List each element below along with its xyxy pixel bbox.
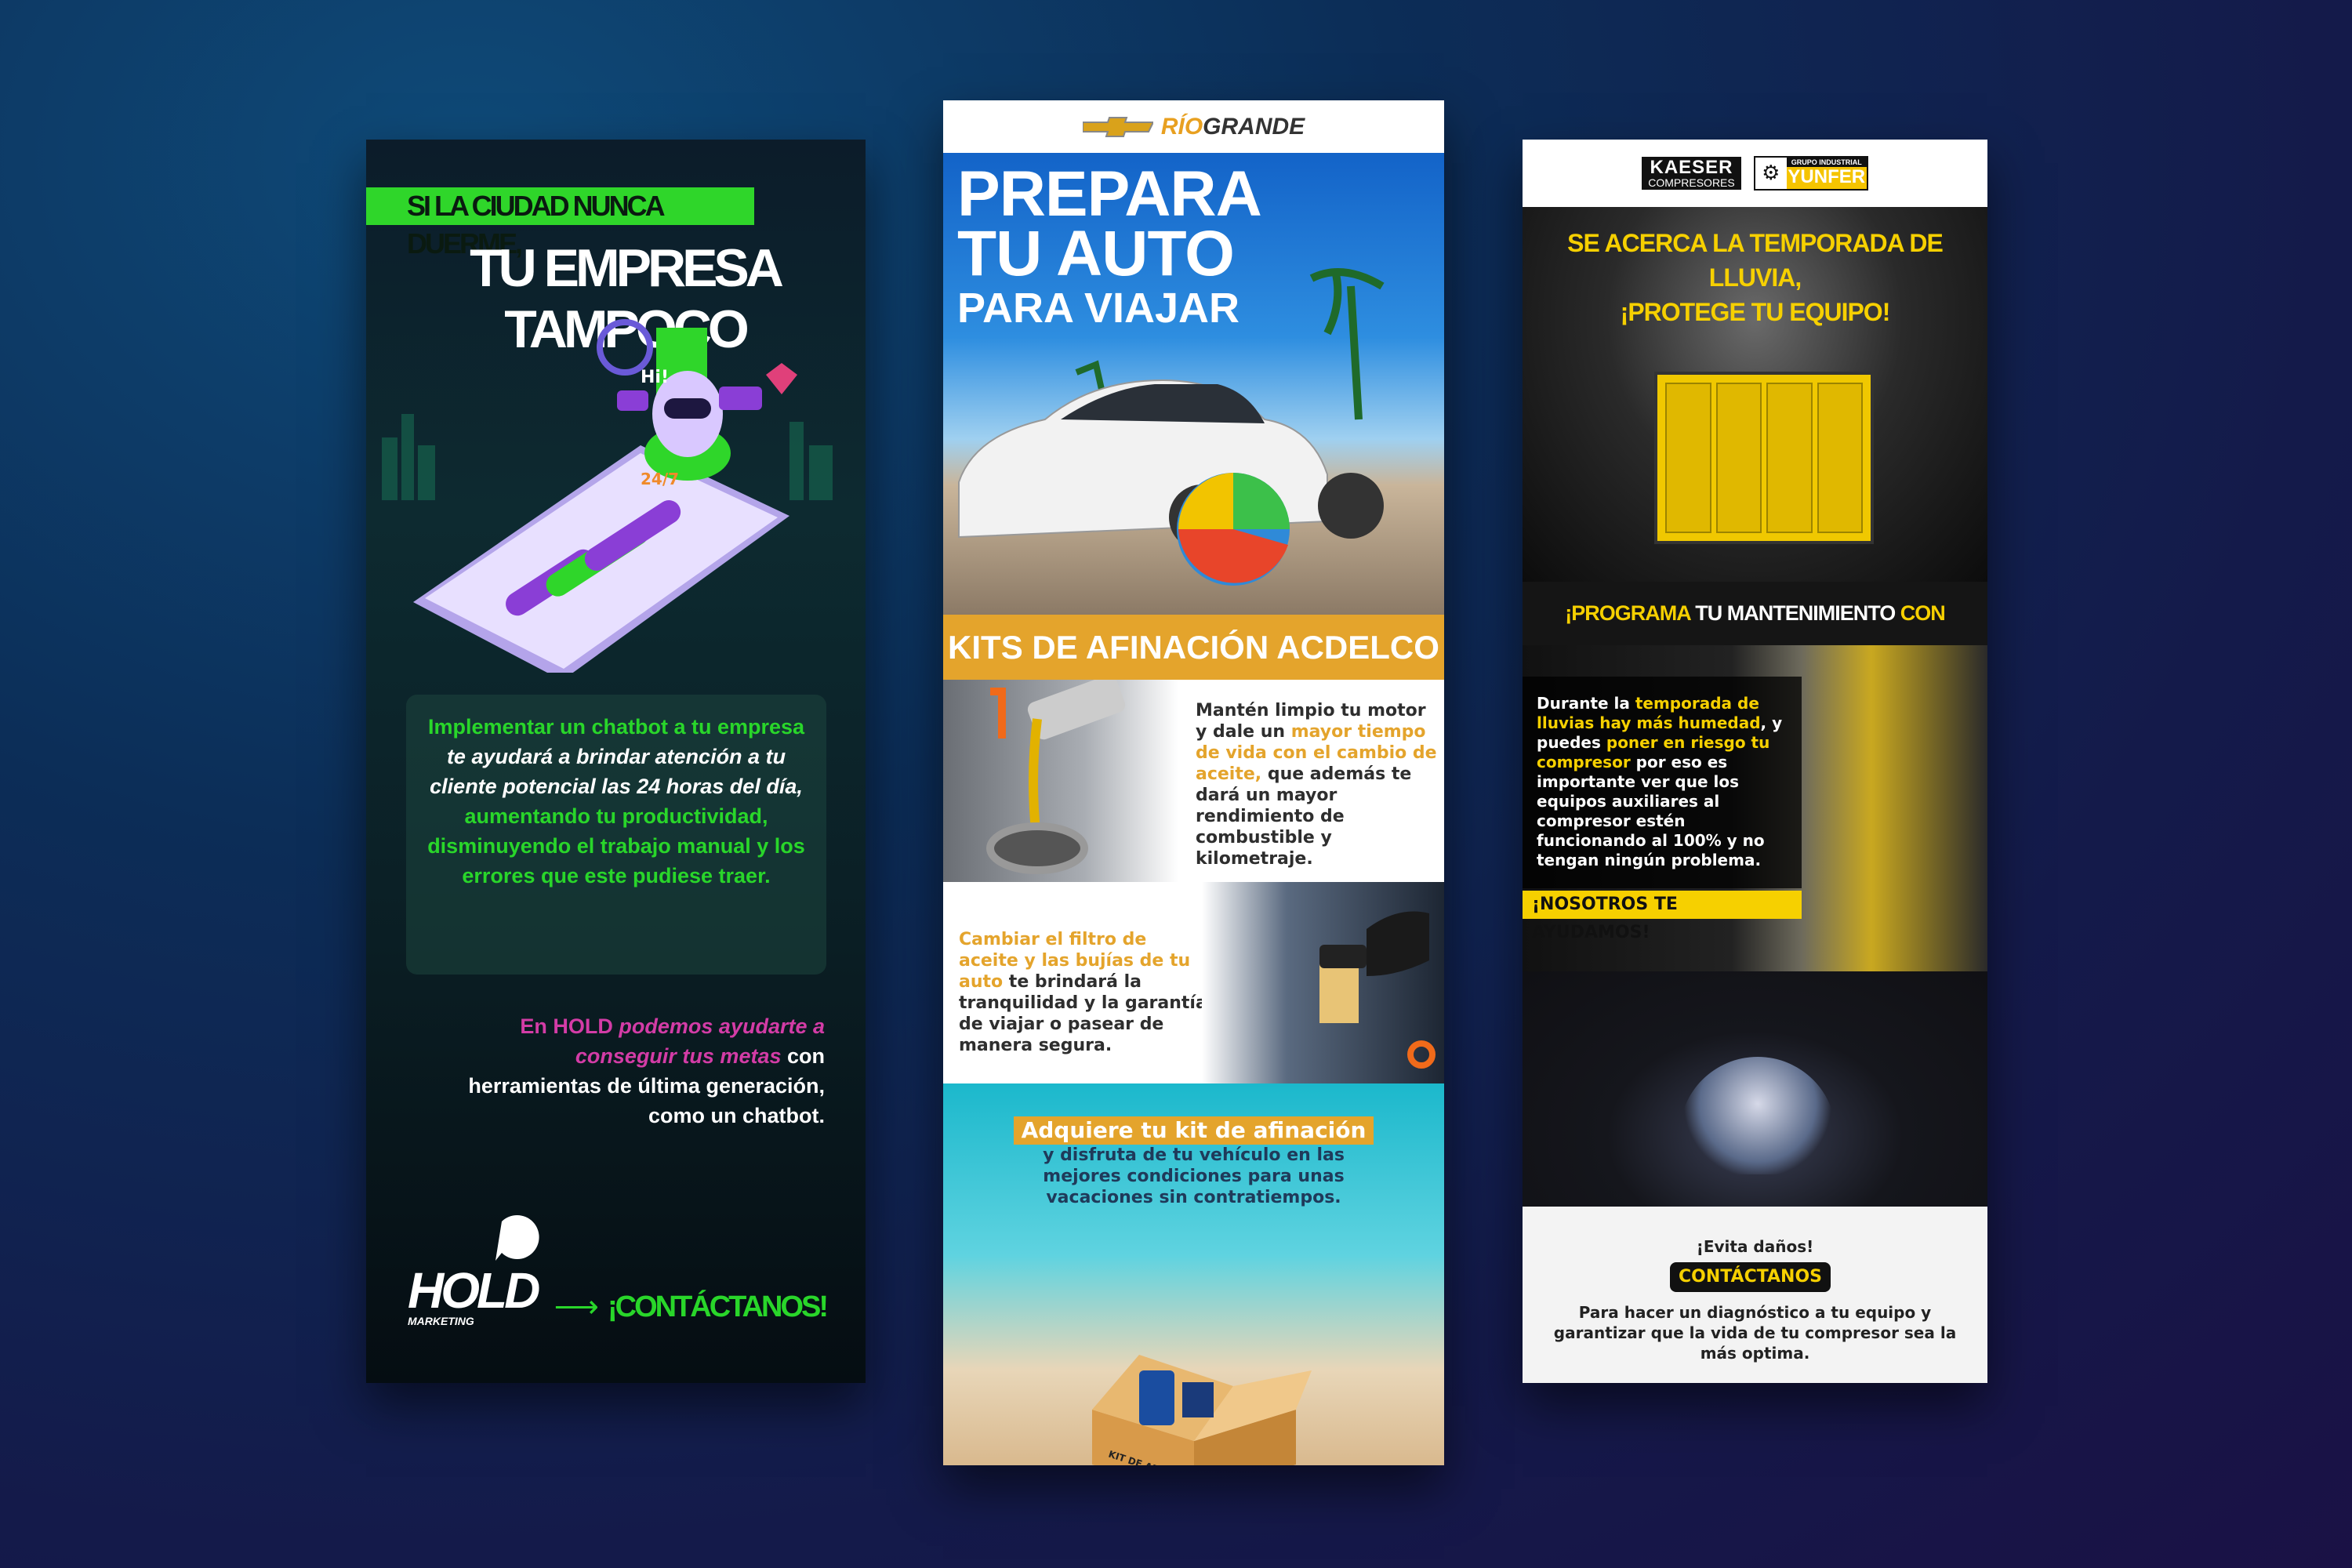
chevrolet-bowtie-icon <box>1082 116 1153 137</box>
hold-marketing-card: SI LA CIUDAD NUNCA DUERME, TU EMPRESA TA… <box>366 140 866 1383</box>
riogrande-header: RÍOGRANDE <box>943 100 1444 153</box>
tagline-banner: SI LA CIUDAD NUNCA DUERME, <box>366 187 754 260</box>
kit-promo-label: Adquiere tu kit de afinación <box>1013 1116 1374 1145</box>
tuneup-kit-box: KIT DE AFINACIÓN <box>1092 1355 1312 1465</box>
pitch-text-1: En HOLD <box>520 1014 619 1038</box>
hi-bubble: Hi! <box>641 368 669 387</box>
hold-pitch: En HOLD podemos ayudarte a conseguir tus… <box>448 1011 825 1131</box>
contact-button[interactable]: CONTÁCTANOS <box>1670 1262 1831 1292</box>
kaeser-logo: KAESER COMPRESORES <box>1642 157 1741 190</box>
chatbot-phone-illustration: Hi! 24/7 <box>382 319 833 673</box>
hold-logo-mark: HOLD MARKETING <box>408 1215 543 1327</box>
rain-season-text: Durante la temporada de lluvias hay más … <box>1537 694 1783 869</box>
yellow-compressor <box>1654 372 1874 544</box>
247-label: 24/7 <box>641 470 679 488</box>
kit-promo-text: y disfruta de tu vehículo en las mejores… <box>1043 1145 1345 1207</box>
technician-section: Durante la temporada de lluvias hay más … <box>1523 645 1987 971</box>
oil-bottle <box>1139 1370 1174 1425</box>
car-beach-illustration <box>958 268 1385 586</box>
box-text-2: te ayudará a brindar atención a tu clien… <box>430 745 803 798</box>
filter-text: Cambiar el filtro de aceite y las bujías… <box>959 930 1207 1055</box>
riogrande-logo: RÍOGRANDE <box>1160 113 1305 140</box>
box-text-3: aumentando tu productividad, disminuyend… <box>427 804 805 887</box>
contact-label: ¡CONTÁCTANOS! <box>607 1290 829 1323</box>
diagnostic-text: Para hacer un diagnóstico a tu equipo y … <box>1553 1303 1957 1363</box>
filter-change-image <box>1202 882 1444 1083</box>
maintenance-banner: ¡PROGRAMA TU MANTENIMIENTO CON NOSOTROS! <box>1523 582 1987 688</box>
palm-tree <box>1309 268 1385 420</box>
box-text-1: Implementar un chatbot a tu empresa <box>427 715 805 739</box>
chatbot-benefits-box: Implementar un chatbot a tu empresa te a… <box>406 695 826 975</box>
yunfer-mascot-icon: ⚙ <box>1755 158 1787 189</box>
svg-text:MARKETING: MARKETING <box>408 1315 474 1327</box>
oil-can-icon <box>986 674 1126 874</box>
kits-banner: KITS DE AFINACIÓN ACDELCO <box>943 615 1444 680</box>
kaeser-header: KAESER COMPRESORES ⚙ GRUPO INDUSTRIAL YUNFE… <box>1523 140 1987 207</box>
hero-banner: PREPARA TU AUTO PARA VIAJAR <box>943 153 1444 615</box>
contact-link[interactable]: ⟶ ¡CONTÁCTANOS! <box>554 1289 829 1325</box>
compressor-hero: SE ACERCA LA TEMPORADA DE LLUVIA, ¡PROTEG… <box>1523 207 1987 582</box>
we-help-banner: ¡NOSOTROS TE AYUDAMOS! <box>1523 891 1802 942</box>
oil-change-text: Mantén limpio tu motor y dale un mayor t… <box>1196 701 1437 869</box>
riogrande-card: RÍOGRANDE PREPARA TU AUTO PARA VIAJAR KIT… <box>943 100 1444 1465</box>
arrow-right-icon: ⟶ <box>554 1290 599 1324</box>
oil-pour-image <box>943 674 1178 882</box>
yunfer-logo: ⚙ GRUPO INDUSTRIAL YUNFER <box>1753 156 1868 191</box>
heart-icon <box>766 363 797 394</box>
clock-icon <box>597 319 653 376</box>
hero-title: SE ACERCA LA TEMPORADA DE LLUVIA, ¡PROTEG… <box>1567 229 1944 326</box>
kaeser-card: KAESER COMPRESORES ⚙ GRUPO INDUSTRIAL YUNFE… <box>1523 140 1987 1383</box>
avoid-damage-text: ¡Evita daños! <box>1696 1237 1814 1256</box>
svg-text:HOLD: HOLD <box>408 1262 539 1319</box>
hold-logo: HOLD MARKETING <box>408 1214 549 1331</box>
oil-filter-icon <box>1319 911 1436 1069</box>
